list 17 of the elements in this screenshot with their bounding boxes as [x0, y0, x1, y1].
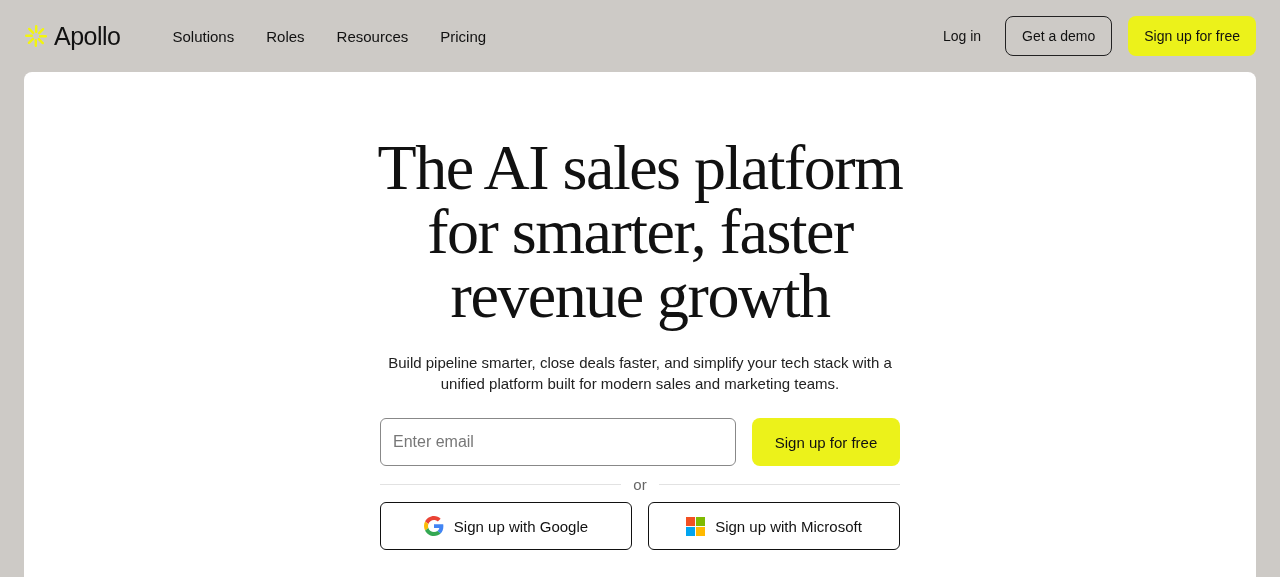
or-divider-text: or — [633, 475, 647, 493]
nav-link[interactable]: Solutions — [172, 27, 235, 45]
signup-button[interactable]: Sign up for free — [1128, 16, 1256, 56]
logo-wordmark[interactable]: Apollo — [54, 21, 121, 51]
email-field[interactable]: Enter email — [380, 418, 736, 466]
nav-link[interactable]: Pricing — [440, 27, 487, 45]
nav-link[interactable]: Resources — [336, 27, 409, 45]
hero-subtitle: Build pipeline smarter, close deals faster, and simplify your tech stack with a unified platform built for modern sales and marketing teams. — [387, 353, 893, 394]
google-g-icon — [423, 516, 444, 536]
sunburst-logo-icon — [24, 24, 48, 48]
login-link[interactable]: Log in — [942, 28, 982, 44]
social-signup-button[interactable]: Sign up with Google — [380, 502, 632, 550]
nav-link[interactable]: Roles — [266, 27, 305, 45]
demo-button[interactable]: Get a demo — [1005, 16, 1113, 56]
signup-submit-button[interactable]: Sign up for free — [752, 418, 900, 466]
four-squares-logo-icon — [686, 516, 706, 536]
social-signup-button[interactable]: Sign up with Microsoft — [648, 502, 900, 550]
